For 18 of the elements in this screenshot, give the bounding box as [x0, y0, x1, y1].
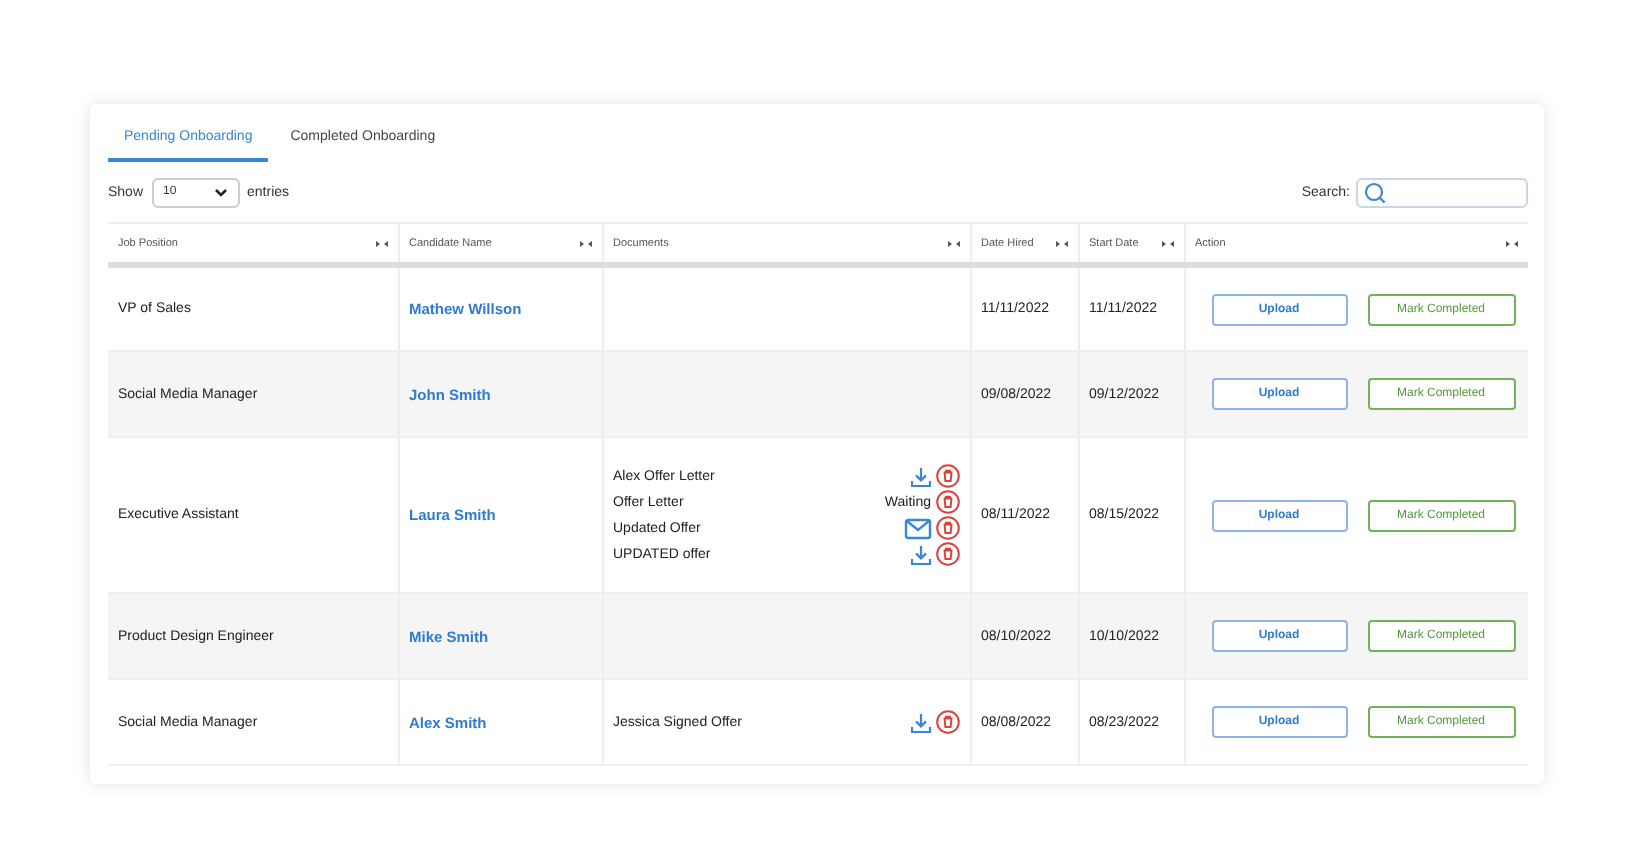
chevron-icon	[213, 187, 228, 197]
sort-icon[interactable]	[375, 239, 387, 247]
sort-icon[interactable]	[1055, 239, 1067, 247]
trash-icon[interactable]	[935, 490, 959, 514]
download-icon[interactable]	[909, 711, 931, 733]
sort-icon[interactable]	[579, 239, 591, 247]
trash-icon[interactable]	[935, 710, 959, 734]
trash-icon[interactable]	[935, 542, 959, 566]
sort-icon[interactable]	[1161, 239, 1173, 247]
download-icon[interactable]	[909, 543, 931, 565]
sort-icon[interactable]	[947, 239, 959, 247]
sort-icon[interactable]	[1506, 239, 1518, 247]
search-icon	[1364, 181, 1386, 203]
trash-icon[interactable]	[935, 516, 959, 540]
search-field[interactable]	[1356, 177, 1528, 207]
download-icon[interactable]	[909, 465, 931, 487]
mail-icon[interactable]	[903, 517, 931, 539]
trash-icon[interactable]	[935, 464, 959, 488]
